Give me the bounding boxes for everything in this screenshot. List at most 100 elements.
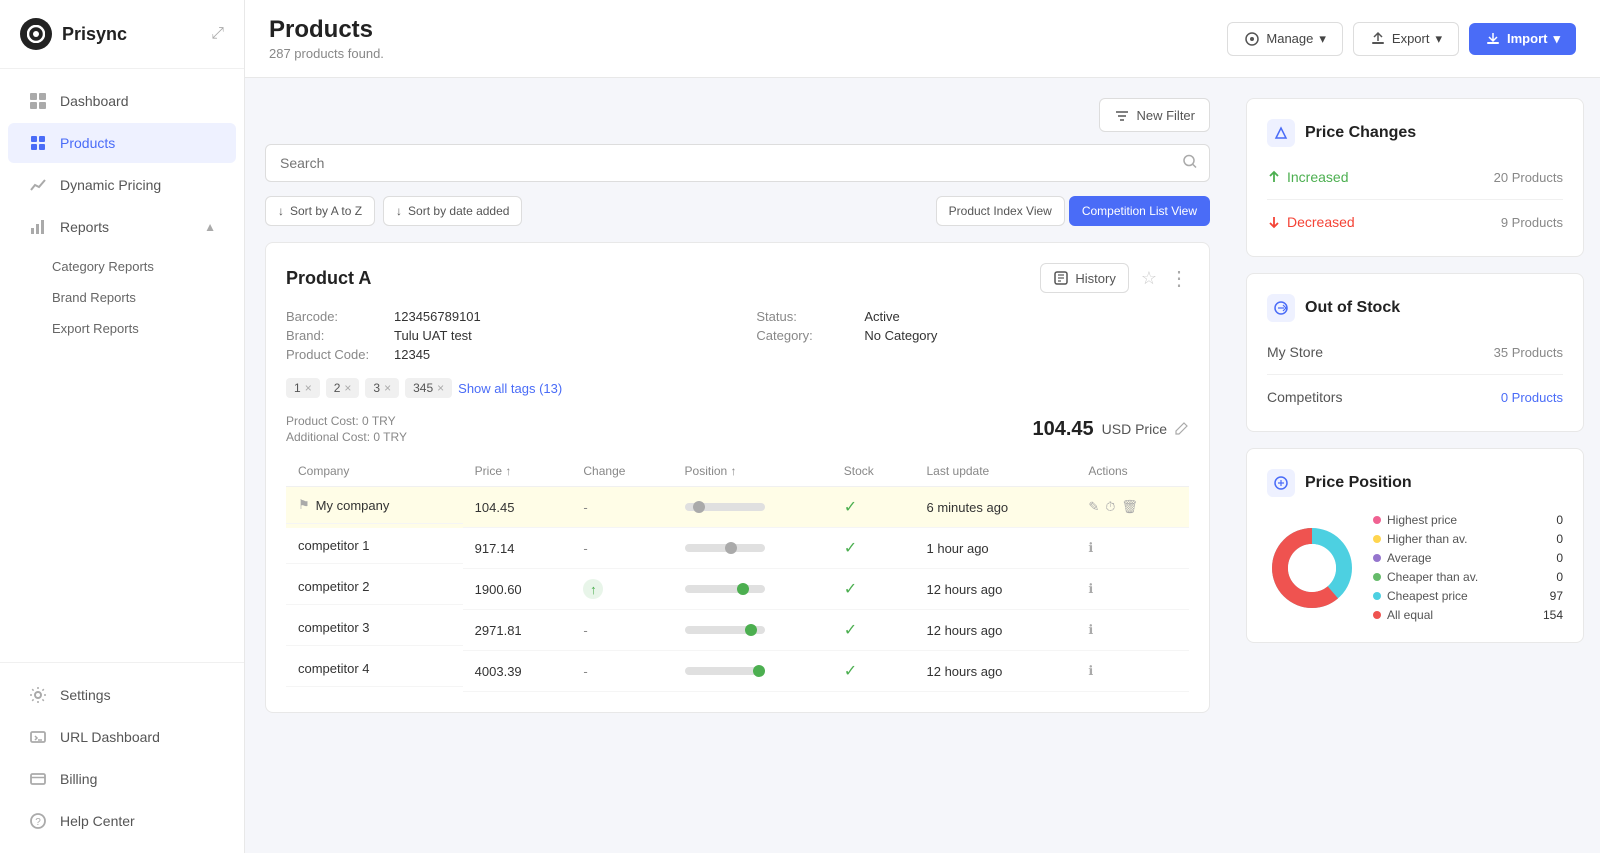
donut-svg — [1267, 523, 1357, 613]
page-title: Products — [269, 16, 384, 44]
product-cost-text: Product Cost: 0 TRY — [286, 414, 407, 428]
import-chevron-icon: ▾ — [1553, 31, 1560, 47]
decreased-row: Decreased 9 Products — [1267, 208, 1563, 236]
change-neutral: - — [583, 664, 587, 679]
delete-action-icon[interactable]: 🗑 — [1121, 499, 1138, 515]
sidebar-item-dashboard[interactable]: Dashboard — [8, 81, 236, 121]
additional-cost-text: Additional Cost: 0 TRY — [286, 430, 407, 444]
import-icon — [1485, 31, 1501, 47]
cell-stock: ✓ — [832, 528, 915, 569]
cell-actions: ℹ — [1076, 528, 1189, 569]
new-filter-button[interactable]: New Filter — [1099, 98, 1210, 132]
manage-button[interactable]: Manage ▾ — [1227, 22, 1343, 56]
company-name: My company — [316, 498, 390, 513]
sidebar-item-url-dashboard[interactable]: URL Dashboard — [8, 717, 236, 757]
legend-label: Highest price — [1387, 513, 1457, 527]
cell-price: 917.14 — [463, 528, 572, 569]
sidebar-item-label-billing: Billing — [60, 771, 97, 787]
legend-value: 154 — [1543, 608, 1563, 622]
star-button[interactable]: ☆ — [1141, 268, 1157, 289]
view-buttons: Product Index View Competition List View — [936, 196, 1210, 226]
increased-count: 20 Products — [1494, 170, 1563, 185]
sidebar-item-products[interactable]: Products — [8, 123, 236, 163]
legend-dot — [1373, 516, 1381, 524]
cell-change: - — [571, 651, 672, 692]
legend-label: Cheapest price — [1387, 589, 1468, 603]
cell-change: - — [571, 528, 672, 569]
sidebar-collapse-icon[interactable]: ⤢ — [211, 25, 224, 43]
action-icons: ✎ ⏱ 🗑 — [1088, 499, 1177, 515]
sidebar-nav: Dashboard Products — [0, 69, 244, 662]
legend-dot — [1373, 554, 1381, 562]
history-button[interactable]: History — [1040, 263, 1128, 293]
history-icon — [1053, 270, 1069, 286]
out-of-stock-widget: Out of Stock My Store 35 Products Compet… — [1246, 273, 1584, 432]
increased-label: Increased — [1267, 169, 1348, 185]
competitors-oos-row: Competitors 0 Products — [1267, 383, 1563, 411]
logo-text: Prisync — [62, 24, 127, 45]
sidebar-item-reports[interactable]: Reports ▲ — [8, 207, 236, 247]
cell-position — [673, 487, 832, 528]
info-action-icon[interactable]: ℹ — [1088, 581, 1093, 597]
sidebar-item-brand-reports[interactable]: Brand Reports — [0, 282, 244, 313]
cell-stock: ✓ — [832, 487, 915, 528]
competition-list-view-button[interactable]: Competition List View — [1069, 196, 1210, 226]
content-area: New Filter — [245, 78, 1600, 853]
edit-price-button[interactable] — [1175, 421, 1189, 438]
sidebar-item-label-settings: Settings — [60, 687, 111, 703]
legend-dot — [1373, 611, 1381, 619]
stock-check-icon: ✓ — [844, 622, 857, 639]
position-bar — [685, 503, 765, 511]
info-action-icon[interactable]: ℹ — [1088, 540, 1093, 556]
more-options-button[interactable]: ⋮ — [1169, 266, 1189, 291]
sort-down-icon-2: ↓ — [396, 204, 402, 218]
cell-change: - — [571, 610, 672, 651]
legend-value: 0 — [1556, 551, 1563, 565]
sidebar-item-label-dynamic-pricing: Dynamic Pricing — [60, 177, 161, 193]
legend-item: Higher than av. 0 — [1373, 532, 1563, 546]
sidebar-item-export-reports[interactable]: Export Reports — [0, 313, 244, 344]
legend-value: 0 — [1556, 513, 1563, 527]
sort-az-button[interactable]: ↓ Sort by A to Z — [265, 196, 375, 226]
cell-actions: ℹ — [1076, 610, 1189, 651]
up-arrow-icon — [1267, 170, 1281, 184]
competitors-table: Company Price ↑ Change Position ↑ Stock … — [286, 456, 1189, 692]
billing-icon — [28, 769, 48, 789]
legend-item: Average 0 — [1373, 551, 1563, 565]
main-content: Products 287 products found. Manage ▾ — [245, 0, 1600, 853]
sidebar-item-dynamic-pricing[interactable]: Dynamic Pricing — [8, 165, 236, 205]
sidebar-item-category-reports[interactable]: Category Reports — [0, 251, 244, 282]
filter-icon — [1114, 107, 1130, 123]
edit-action-icon[interactable]: ✎ — [1088, 499, 1099, 515]
price-position-legend: Highest price 0 Higher than av. 0 Averag… — [1373, 513, 1563, 622]
tag-2: 2 × — [326, 378, 360, 398]
products-panel: New Filter — [245, 78, 1230, 853]
legend-value: 0 — [1556, 570, 1563, 584]
info-action-icon[interactable]: ℹ — [1088, 622, 1093, 638]
legend-dot — [1373, 592, 1381, 600]
price-position-icon — [1267, 469, 1295, 497]
sidebar-item-billing[interactable]: Billing — [8, 759, 236, 799]
product-code-value: 12345 — [394, 347, 430, 362]
sort-date-button[interactable]: ↓ Sort by date added — [383, 196, 522, 226]
export-chevron-icon: ▾ — [1435, 31, 1442, 47]
product-index-view-button[interactable]: Product Index View — [936, 196, 1065, 226]
legend-item: Cheaper than av. 0 — [1373, 570, 1563, 584]
import-button[interactable]: Import ▾ — [1469, 23, 1576, 55]
divider-1 — [1267, 199, 1563, 200]
search-input[interactable] — [265, 144, 1210, 182]
show-all-tags-link[interactable]: Show all tags (13) — [458, 381, 562, 396]
price-position-header: Price Position — [1267, 469, 1563, 497]
brand-value: Tulu UAT test — [394, 328, 472, 343]
cell-last-update: 6 minutes ago — [915, 487, 1077, 528]
sidebar-item-settings[interactable]: Settings — [8, 675, 236, 715]
table-row: competitor 2 1900.60 ↑ ✓ 12 hours ago ℹ — [286, 569, 1189, 610]
export-button[interactable]: Export ▾ — [1353, 22, 1459, 56]
sidebar-item-help-center[interactable]: ? Help Center — [8, 801, 236, 841]
price-position-chart: Highest price 0 Higher than av. 0 Averag… — [1267, 513, 1563, 622]
info-action-icon[interactable]: ℹ — [1088, 663, 1093, 679]
legend-item: Highest price 0 — [1373, 513, 1563, 527]
cell-change: - — [571, 487, 672, 528]
cell-position — [673, 528, 832, 569]
clock-action-icon[interactable]: ⏱ — [1105, 499, 1115, 515]
